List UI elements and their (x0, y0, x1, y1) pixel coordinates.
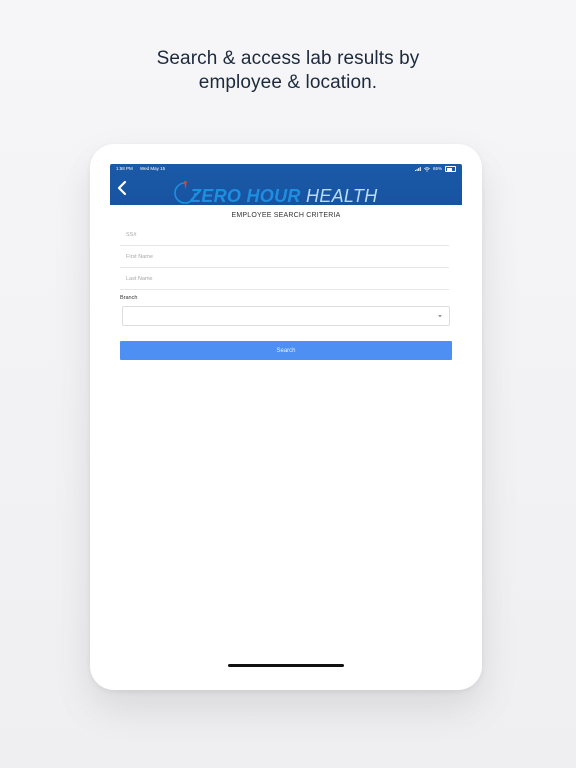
home-indicator (228, 664, 344, 667)
last-name-input[interactable] (120, 268, 449, 290)
status-indicators: 65% (414, 164, 456, 174)
app-header: 1:58 PM Wed May 15 65% ZERO HOUR HEALTH (110, 164, 462, 206)
logo-zero-hour: ZERO HOUR (190, 186, 301, 206)
headline-line-1: Search & access lab results by (156, 48, 420, 69)
logo-health: HEALTH (306, 186, 378, 206)
branch-label: Branch (120, 295, 138, 301)
marketing-headline: Search & access lab results by employee … (0, 47, 576, 95)
status-date: Wed May 15 (140, 166, 166, 171)
zero-hour-health-logo: ZERO HOUR HEALTH (172, 172, 412, 206)
battery-percent: 65% (432, 166, 442, 171)
app-store-screenshot: Search & access lab results by employee … (0, 0, 576, 768)
device-volume-button (482, 218, 485, 240)
first-name-input[interactable] (120, 246, 449, 268)
battery-icon (445, 166, 456, 172)
device-volume-button (482, 190, 485, 212)
headline-line-2: employee & location. (198, 72, 378, 93)
cellular-signal-icon (414, 167, 421, 171)
back-chevron-icon[interactable] (116, 180, 128, 196)
branch-select[interactable] (122, 306, 450, 326)
section-title: EMPLOYEE SEARCH CRITERIA (231, 212, 341, 219)
search-button[interactable]: Search (120, 341, 452, 360)
tablet-screen: 1:58 PM Wed May 15 65% ZERO HOUR HEALTH … (110, 164, 462, 670)
ssn-input[interactable] (120, 224, 449, 246)
wifi-icon (424, 166, 430, 172)
tablet-frame: 1:58 PM Wed May 15 65% ZERO HOUR HEALTH … (90, 144, 485, 690)
logo-wordmark: ZERO HOUR HEALTH (190, 186, 378, 206)
caret-down-icon (438, 315, 442, 318)
battery-level (446, 167, 452, 171)
status-time: 1:58 PM (116, 166, 133, 171)
